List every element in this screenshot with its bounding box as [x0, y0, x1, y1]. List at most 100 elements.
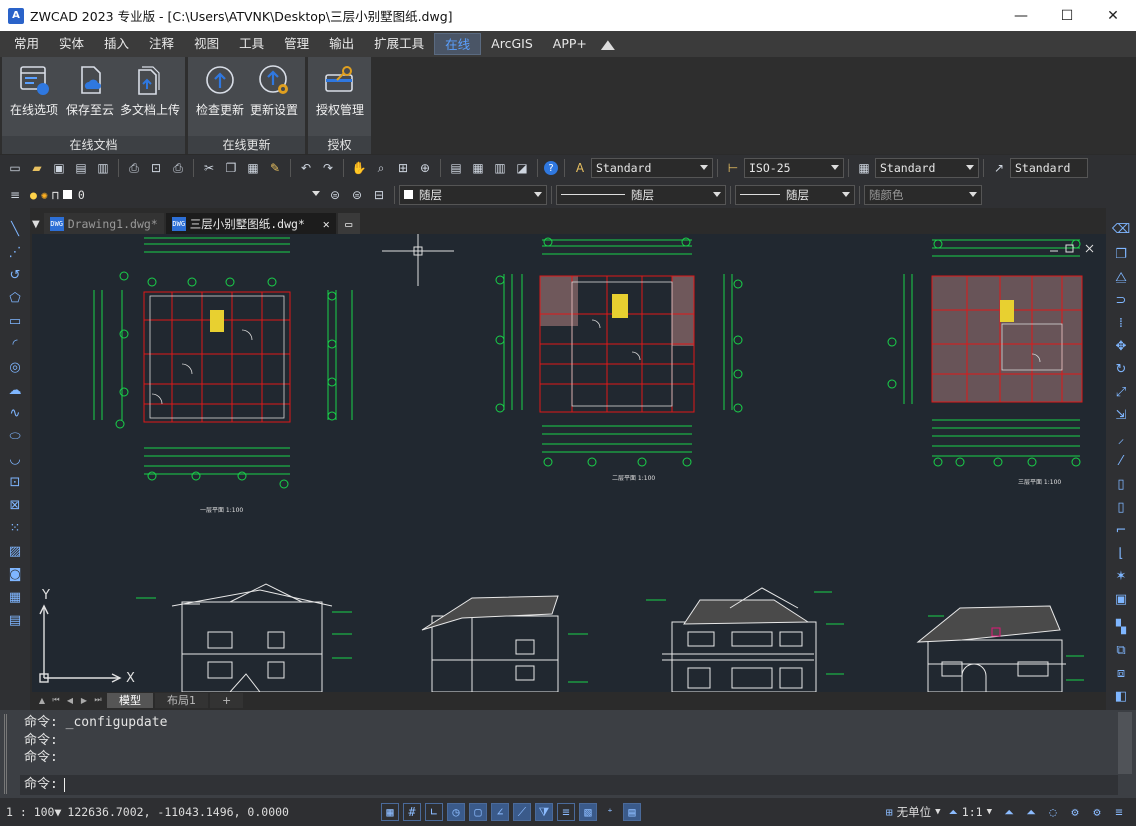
copy-icon[interactable]: ❐ — [222, 159, 240, 177]
open-folder-icon[interactable]: ▰ — [28, 159, 46, 177]
match-properties-icon[interactable]: ✎ — [266, 159, 284, 177]
properties-tool-icon[interactable]: ▣ — [1112, 590, 1130, 608]
dynamic-input-icon[interactable]: ⧩ — [534, 803, 553, 821]
join-tool-icon[interactable]: ▯ — [1112, 498, 1130, 516]
tab-app-plus[interactable]: APP+ — [543, 33, 597, 55]
last-layout-icon[interactable]: ⏭ — [92, 694, 104, 706]
mirror-tool-icon[interactable]: ⧋ — [1112, 268, 1130, 286]
isolate-objects-icon[interactable]: ◌ — [1044, 803, 1062, 821]
save-all-icon[interactable]: ▥ — [94, 159, 112, 177]
point-tool-icon[interactable]: ⁙ — [6, 519, 24, 537]
doc-tab-villa[interactable]: DWG 三层小别墅图纸.dwg* ✕ — [165, 213, 336, 234]
mleader-style-select[interactable]: Standard — [1010, 158, 1088, 178]
offset-tool-icon[interactable]: ⊃ — [1112, 291, 1130, 309]
explode-tool-icon[interactable]: ✶ — [1112, 567, 1130, 585]
first-layout-icon[interactable]: ▲ — [36, 694, 48, 706]
zoom-previous-icon[interactable]: ⊕ — [416, 159, 434, 177]
insert-block-icon[interactable]: ⊡ — [6, 473, 24, 491]
grid-display-icon[interactable]: # — [402, 803, 421, 821]
close-tab-icon[interactable]: ✕ — [323, 217, 330, 231]
new-file-icon[interactable]: ▭ — [6, 159, 24, 177]
save-to-cloud-button[interactable]: 保存至云 — [62, 63, 118, 118]
hatch-tool-icon[interactable]: ▨ — [6, 542, 24, 560]
workspace-icon[interactable]: ⚙ — [1066, 803, 1084, 821]
tab-layout1[interactable]: 布局1 — [155, 692, 208, 708]
help-icon[interactable]: ? — [544, 161, 558, 175]
ellipse-tool-icon[interactable]: ⬭ — [6, 427, 24, 445]
select-tool-icon[interactable]: ◧ — [1112, 687, 1130, 705]
design-center-icon[interactable]: ▦ — [469, 159, 487, 177]
extend-tool-icon[interactable]: ⁄ — [1112, 452, 1130, 470]
next-layout-icon[interactable]: ▶ — [78, 694, 90, 706]
zoom-realtime-icon[interactable]: ⌕ — [372, 159, 390, 177]
doc-tab-drawing1[interactable]: DWG Drawing1.dwg* — [43, 213, 164, 234]
annotation-visibility-icon[interactable]: ⏶ — [1000, 803, 1018, 821]
erase-tool-icon[interactable]: ⌫ — [1112, 220, 1130, 238]
properties-icon[interactable]: ▤ — [447, 159, 465, 177]
cut-icon[interactable]: ✂ — [200, 159, 218, 177]
tab-model[interactable]: 模型 — [107, 692, 153, 708]
units-dropdown-icon[interactable]: ▼ — [935, 807, 940, 817]
move-tool-icon[interactable]: ✥ — [1112, 337, 1130, 355]
command-scrollbar[interactable] — [1118, 712, 1132, 774]
print-preview-icon[interactable]: ⊡ — [147, 159, 165, 177]
tab-insert[interactable]: 插入 — [94, 33, 139, 55]
fillet-tool-icon[interactable]: ⌊ — [1112, 544, 1130, 562]
table-tool-icon[interactable]: ▦ — [6, 588, 24, 606]
annotation-scale-value[interactable]: 1:1 — [962, 805, 983, 819]
new-tab-icon[interactable]: ▭ — [337, 213, 360, 234]
dim-style-select[interactable]: ISO-25 — [744, 158, 844, 178]
polygon-tool-icon[interactable]: ⬠ — [6, 289, 24, 307]
layer-isolate-icon[interactable]: ⊟ — [370, 186, 388, 204]
tab-manage[interactable]: 管理 — [274, 33, 319, 55]
license-manager-button[interactable]: 授权管理 — [312, 63, 368, 118]
mtext-tool-icon[interactable]: ▤ — [6, 611, 24, 629]
tab-extended-tools[interactable]: 扩展工具 — [364, 33, 434, 55]
tab-list-icon[interactable]: ▼ — [32, 219, 40, 230]
trim-tool-icon[interactable]: ⸝ — [1112, 429, 1130, 447]
region-tool-icon[interactable]: ◙ — [6, 565, 24, 583]
pan-icon[interactable]: ✋ — [350, 159, 368, 177]
plotstyle-select[interactable]: 随颜色 — [864, 184, 982, 205]
lineweight-icon[interactable]: ≡ — [556, 803, 575, 821]
xline-tool-icon[interactable]: ⋰ — [6, 243, 24, 261]
layer-select[interactable]: ● ✺ ⊓ 0 — [26, 184, 324, 205]
update-settings-button[interactable]: 更新设置 — [246, 63, 302, 118]
prev-first-icon[interactable]: ⏮ — [50, 694, 62, 706]
customize-menu-icon[interactable]: ≡ — [1110, 803, 1128, 821]
minimize-button[interactable]: — — [998, 0, 1044, 31]
drawing-canvas[interactable]: 一层平面 1:100 二层平面 1:100 三层平面 1:100 Y X — [32, 234, 1106, 692]
online-options-button[interactable]: 在线选项 — [6, 63, 62, 118]
grid-snap-icon[interactable]: ▦ — [380, 803, 399, 821]
draworder-tool-icon[interactable]: ▚ — [1112, 618, 1130, 636]
layer-manager-icon[interactable]: ≡ — [6, 186, 24, 204]
prev-layout-icon[interactable]: ◀ — [64, 694, 76, 706]
save-icon[interactable]: ▣ — [50, 159, 68, 177]
command-grip-handle[interactable] — [4, 714, 18, 794]
add-layout-button[interactable]: + — [210, 692, 244, 708]
tab-arcgis[interactable]: ArcGIS — [481, 33, 543, 55]
close-button[interactable]: ✕ — [1090, 0, 1136, 31]
make-block-icon[interactable]: ⊠ — [6, 496, 24, 514]
linetype-select[interactable]: 随层 — [556, 184, 726, 205]
selection-cycling-icon[interactable]: ⁺ — [601, 803, 619, 821]
make-current-layer-icon[interactable]: ⊜ — [326, 186, 344, 204]
ortho-icon[interactable]: ∟ — [424, 803, 443, 821]
print-icon[interactable]: ⎙ — [125, 159, 143, 177]
paste-icon[interactable]: ▦ — [244, 159, 262, 177]
polyline-tool-icon[interactable]: ↺ — [6, 266, 24, 284]
tab-common[interactable]: 常用 — [4, 33, 49, 55]
tab-tools[interactable]: 工具 — [229, 33, 274, 55]
text-style-select[interactable]: Standard — [591, 158, 713, 178]
viewport-scale[interactable]: 1 : 100 — [6, 805, 54, 819]
object-snap-icon[interactable]: ▢ — [468, 803, 487, 821]
break-tool-icon[interactable]: ▯ — [1112, 475, 1130, 493]
collapse-ribbon-icon[interactable] — [600, 40, 615, 50]
scale-dropdown-icon[interactable]: ▼ — [54, 805, 61, 819]
ellipse-arc-tool-icon[interactable]: ◡ — [6, 450, 24, 468]
dynamic-ucs-icon[interactable]: ⟋ — [512, 803, 531, 821]
line-tool-icon[interactable]: ╲ — [6, 220, 24, 238]
tab-online[interactable]: 在线 — [434, 33, 482, 55]
save-as-icon[interactable]: ▤ — [72, 159, 90, 177]
arc-tool-icon[interactable]: ◜ — [6, 335, 24, 353]
